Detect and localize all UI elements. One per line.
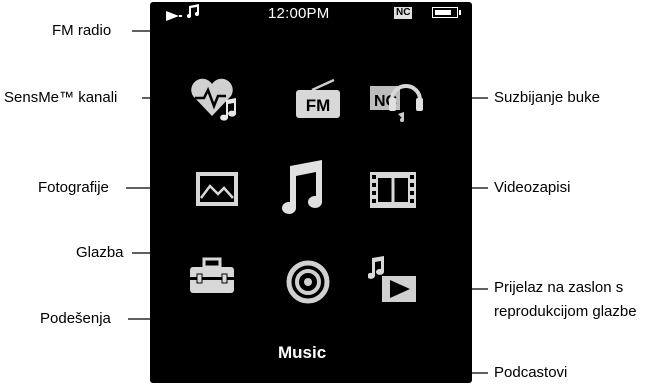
photos-icon[interactable] xyxy=(194,170,240,215)
battery-icon xyxy=(432,7,461,18)
status-time: 12:00PM xyxy=(268,5,330,22)
label-now-playing-line2: reprodukcijom glazbe xyxy=(494,303,637,320)
sensme-icon[interactable] xyxy=(190,76,242,127)
fm-radio-icon[interactable]: FM xyxy=(294,78,344,125)
label-videos: Videozapisi xyxy=(494,179,571,196)
play-status-icon xyxy=(166,8,182,25)
note-status-icon xyxy=(186,4,200,23)
videos-icon[interactable] xyxy=(368,170,418,215)
battery-level-fill xyxy=(435,10,451,15)
label-settings: Podešenja xyxy=(40,310,111,327)
podcasts-icon[interactable] xyxy=(286,260,330,309)
music-icon[interactable] xyxy=(280,160,326,221)
screen-title: Music xyxy=(278,343,327,362)
device-screen: 12:00PM NC FM NC Music xyxy=(150,2,472,383)
fm-icon-text: FM xyxy=(306,96,331,115)
noise-cancel-status-badge: NC xyxy=(394,7,413,19)
status-bar: 12:00PM NC xyxy=(150,2,472,24)
label-fm-radio: FM radio xyxy=(52,22,112,39)
label-photos: Fotografije xyxy=(38,179,109,196)
label-sensme: SensMe™ kanali xyxy=(4,89,118,106)
label-noise-cancel: Suzbijanje buke xyxy=(494,89,600,106)
label-music: Glazba xyxy=(76,244,124,261)
noise-cancel-icon[interactable]: NC xyxy=(368,76,424,129)
label-podcasts: Podcastovi xyxy=(494,364,568,381)
now-playing-icon[interactable] xyxy=(367,256,418,309)
settings-icon[interactable] xyxy=(188,257,236,302)
